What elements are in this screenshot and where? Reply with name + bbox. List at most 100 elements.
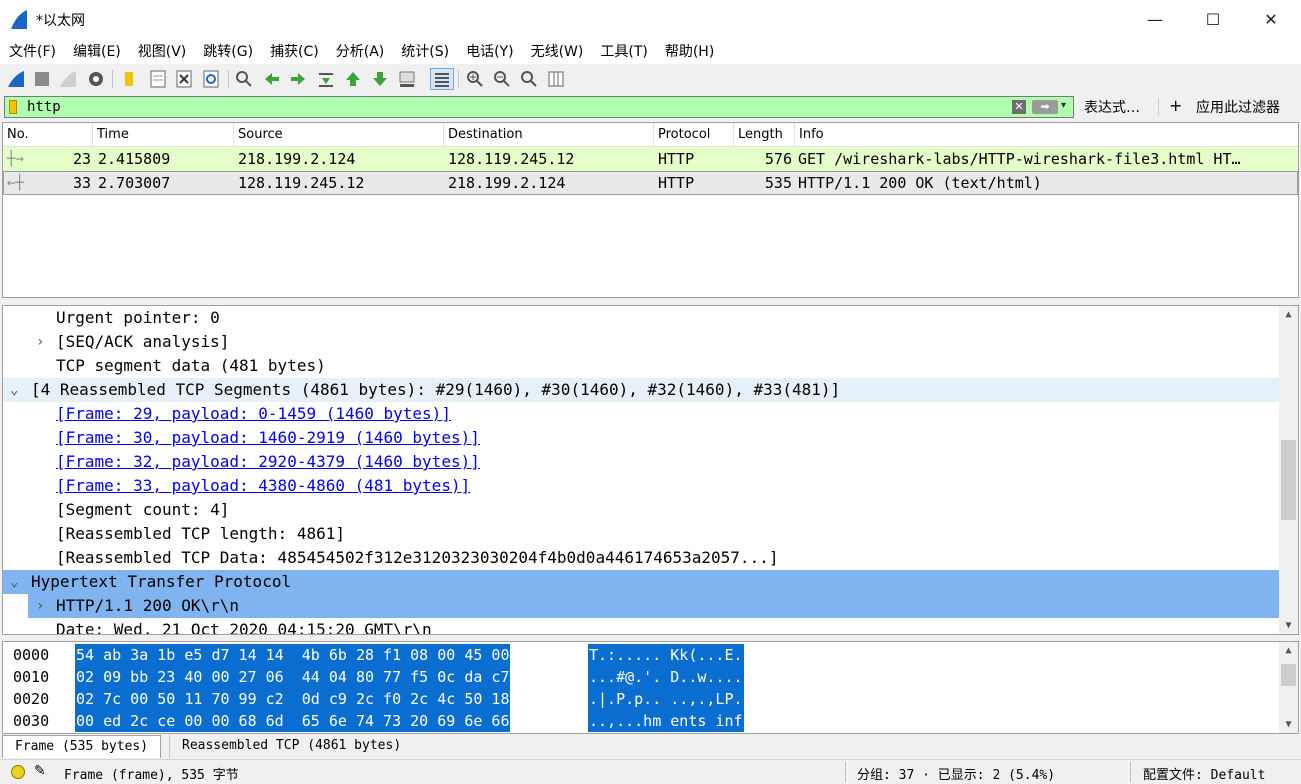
detail-line[interactable]: [Reassembled TCP length: 4861] (3, 522, 1279, 546)
hex-bytes[interactable]: 54 ab 3a 1b e5 d7 14 14 4b 6b 28 f1 08 0… (75, 644, 511, 666)
column-length[interactable]: Length (734, 123, 795, 147)
detail-link[interactable]: [Frame: 29, payload: 0-1459 (1460 bytes)… (3, 402, 1279, 426)
menu-help[interactable]: 帮助(H) (665, 41, 714, 61)
shark-fin-start-icon[interactable] (6, 69, 26, 89)
open-folder-icon[interactable] (120, 69, 140, 89)
detail-line[interactable]: Urgent pointer: 0 (3, 306, 1279, 330)
packet-details-pane[interactable]: Urgent pointer: 0 › [SEQ/ACK analysis] T… (2, 305, 1299, 635)
hex-ascii[interactable]: ..,...hm ents inf (588, 710, 744, 732)
status-profile[interactable]: 配置文件: Default (1143, 764, 1265, 783)
apply-filter-arrow-icon[interactable]: ➡ (1032, 100, 1058, 114)
stop-square-icon[interactable] (32, 69, 52, 89)
column-info[interactable]: Info (795, 123, 1298, 147)
scroll-down-icon[interactable]: ▼ (1279, 617, 1298, 634)
apply-filter-button[interactable]: 应用此过滤器 (1196, 97, 1280, 117)
menu-tools[interactable]: 工具(T) (600, 41, 647, 61)
packet-list-pane[interactable]: No. Time Source Destination Protocol Len… (2, 122, 1299, 298)
detail-line[interactable]: › HTTP/1.1 200 OK\r\n (28, 594, 1279, 618)
last-packet-icon[interactable] (370, 69, 390, 89)
menu-analyze[interactable]: 分析(A) (336, 41, 385, 61)
go-to-packet-icon[interactable] (316, 69, 336, 89)
chevron-down-icon[interactable]: ⌄ (10, 378, 18, 402)
column-protocol[interactable]: Protocol (654, 123, 734, 147)
scroll-thumb[interactable] (1281, 664, 1296, 686)
bytes-scrollbar[interactable]: ▲ ▼ (1279, 642, 1298, 733)
column-destination[interactable]: Destination (444, 123, 654, 147)
zoom-out-icon[interactable] (492, 69, 512, 89)
add-filter-button[interactable]: + (1169, 96, 1182, 115)
hex-row[interactable]: 0000 54 ab 3a 1b e5 d7 14 14 4b 6b 28 f1… (3, 644, 1279, 666)
hex-ascii[interactable]: .|.P.p.. ..,.,LP. (588, 688, 744, 710)
reload-icon[interactable] (201, 69, 221, 89)
menu-go[interactable]: 跳转(G) (203, 41, 253, 61)
menu-view[interactable]: 视图(V) (138, 41, 187, 61)
frame-link[interactable]: [Frame: 30, payload: 1460-2919 (1460 byt… (56, 426, 480, 450)
display-filter-input[interactable]: http ✕ ➡ ▾ (4, 96, 1074, 118)
column-source[interactable]: Source (234, 123, 444, 147)
menu-file[interactable]: 文件(F) (9, 41, 56, 61)
menu-wireless[interactable]: 无线(W) (531, 41, 584, 61)
go-forward-arrow-icon[interactable] (288, 69, 308, 89)
zoom-normal-icon[interactable] (519, 69, 539, 89)
expert-info-led-icon[interactable] (11, 765, 25, 779)
close-file-icon[interactable] (174, 69, 194, 89)
hex-row[interactable]: 0020 02 7c 00 50 11 70 99 c2 0d c9 2c f0… (3, 688, 1279, 710)
chevron-right-icon[interactable]: › (36, 330, 44, 354)
hex-bytes[interactable]: 02 09 bb 23 40 00 27 06 44 04 80 77 f5 0… (75, 666, 511, 688)
hex-row[interactable]: 0030 00 ed 2c ce 00 00 68 6d 65 6e 74 73… (3, 710, 1279, 732)
chevron-down-icon[interactable]: ⌄ (10, 570, 18, 594)
tab-reassembled-tcp[interactable]: Reassembled TCP (4861 bytes) (169, 735, 413, 758)
scroll-down-icon[interactable]: ▼ (1279, 716, 1298, 733)
detail-line[interactable]: [Reassembled TCP Data: 485454502f312e312… (3, 546, 1279, 570)
expression-button[interactable]: 表达式… (1084, 97, 1140, 117)
scroll-thumb[interactable] (1281, 440, 1296, 520)
filter-value[interactable]: http (27, 99, 61, 115)
frame-link[interactable]: [Frame: 33, payload: 4380-4860 (481 byte… (56, 474, 470, 498)
detail-line[interactable]: [Segment count: 4] (3, 498, 1279, 522)
menu-capture[interactable]: 捕获(C) (270, 41, 319, 61)
scroll-up-icon[interactable]: ▲ (1279, 642, 1298, 659)
detail-line[interactable]: Date: Wed, 21 Oct 2020 04:15:20 GMT\r\n (3, 618, 1279, 634)
menu-statistics[interactable]: 统计(S) (401, 41, 449, 61)
auto-scroll-icon[interactable] (397, 69, 417, 89)
first-packet-icon[interactable] (343, 69, 363, 89)
restart-fin-icon[interactable] (58, 69, 78, 89)
edit-comment-icon[interactable]: ✎ (34, 763, 46, 779)
tab-frame-bytes[interactable]: Frame (535 bytes) (2, 735, 162, 758)
column-time[interactable]: Time (93, 123, 234, 147)
menu-edit[interactable]: 编辑(E) (73, 41, 121, 61)
details-scrollbar[interactable]: ▲ ▼ (1279, 306, 1298, 634)
detail-link[interactable]: [Frame: 32, payload: 2920-4379 (1460 byt… (3, 450, 1279, 474)
column-no[interactable]: No. (3, 123, 93, 147)
table-row[interactable]: ←┼ 33 2.703007 128.119.245.12 218.199.2.… (3, 171, 1298, 195)
frame-link[interactable]: [Frame: 29, payload: 0-1459 (1460 bytes)… (56, 402, 451, 426)
file-icon[interactable] (148, 69, 168, 89)
chevron-down-icon[interactable]: ▾ (1061, 100, 1066, 111)
hex-bytes[interactable]: 00 ed 2c ce 00 00 68 6d 65 6e 74 73 20 6… (75, 710, 511, 732)
table-row[interactable]: ┼→ 23 2.415809 218.199.2.124 128.119.245… (3, 147, 1298, 171)
filter-bookmark-icon[interactable] (9, 100, 17, 114)
maximize-button[interactable]: ☐ (1184, 0, 1242, 38)
close-button[interactable]: ✕ (1242, 0, 1300, 38)
chevron-right-icon[interactable]: › (36, 594, 44, 618)
resize-columns-icon[interactable] (546, 69, 566, 89)
find-magnifier-icon[interactable] (234, 69, 254, 89)
zoom-in-icon[interactable] (465, 69, 485, 89)
minimize-button[interactable]: — (1126, 0, 1184, 38)
frame-link[interactable]: [Frame: 32, payload: 2920-4379 (1460 byt… (56, 450, 480, 474)
detail-link[interactable]: [Frame: 30, payload: 1460-2919 (1460 byt… (3, 426, 1279, 450)
scroll-up-icon[interactable]: ▲ (1279, 306, 1298, 323)
menu-telephony[interactable]: 电话(Y) (466, 41, 513, 61)
detail-line[interactable]: › [SEQ/ACK analysis] (3, 330, 1279, 354)
go-back-arrow-icon[interactable] (262, 69, 282, 89)
capture-options-gear-icon[interactable] (86, 69, 106, 89)
clear-filter-icon[interactable]: ✕ (1012, 100, 1026, 114)
detail-line-selected[interactable]: ⌄ Hypertext Transfer Protocol (3, 570, 1279, 594)
hex-bytes[interactable]: 02 7c 00 50 11 70 99 c2 0d c9 2c f0 2c 4… (75, 688, 511, 710)
detail-link[interactable]: [Frame: 33, payload: 4380-4860 (481 byte… (3, 474, 1279, 498)
packet-bytes-pane[interactable]: 0000 54 ab 3a 1b e5 d7 14 14 4b 6b 28 f1… (2, 641, 1299, 734)
hex-ascii[interactable]: T.:..... Kk(...E. (588, 644, 744, 666)
hex-row[interactable]: 0010 02 09 bb 23 40 00 27 06 44 04 80 77… (3, 666, 1279, 688)
colorize-icon[interactable] (430, 68, 454, 90)
detail-line[interactable]: ⌄ [4 Reassembled TCP Segments (4861 byte… (3, 378, 1279, 402)
